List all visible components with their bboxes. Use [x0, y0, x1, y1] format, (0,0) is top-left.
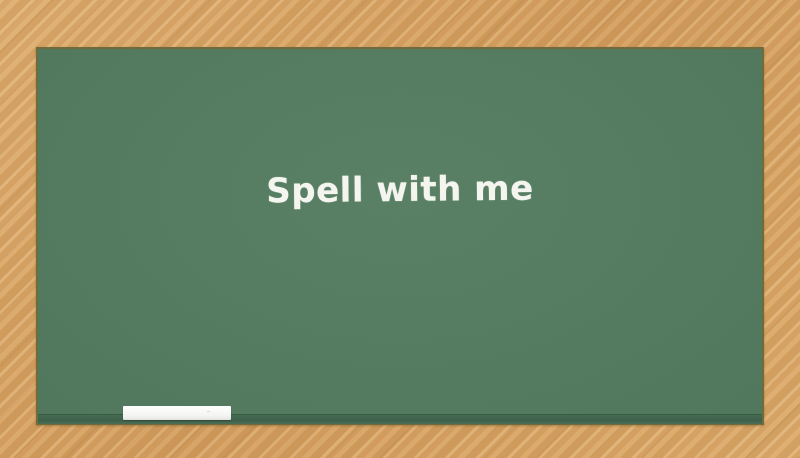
- chalk-stick: [123, 406, 231, 420]
- game-title: Spell with me: [266, 168, 534, 212]
- chalkboard: [38, 49, 762, 415]
- chalk-speck: [207, 411, 210, 412]
